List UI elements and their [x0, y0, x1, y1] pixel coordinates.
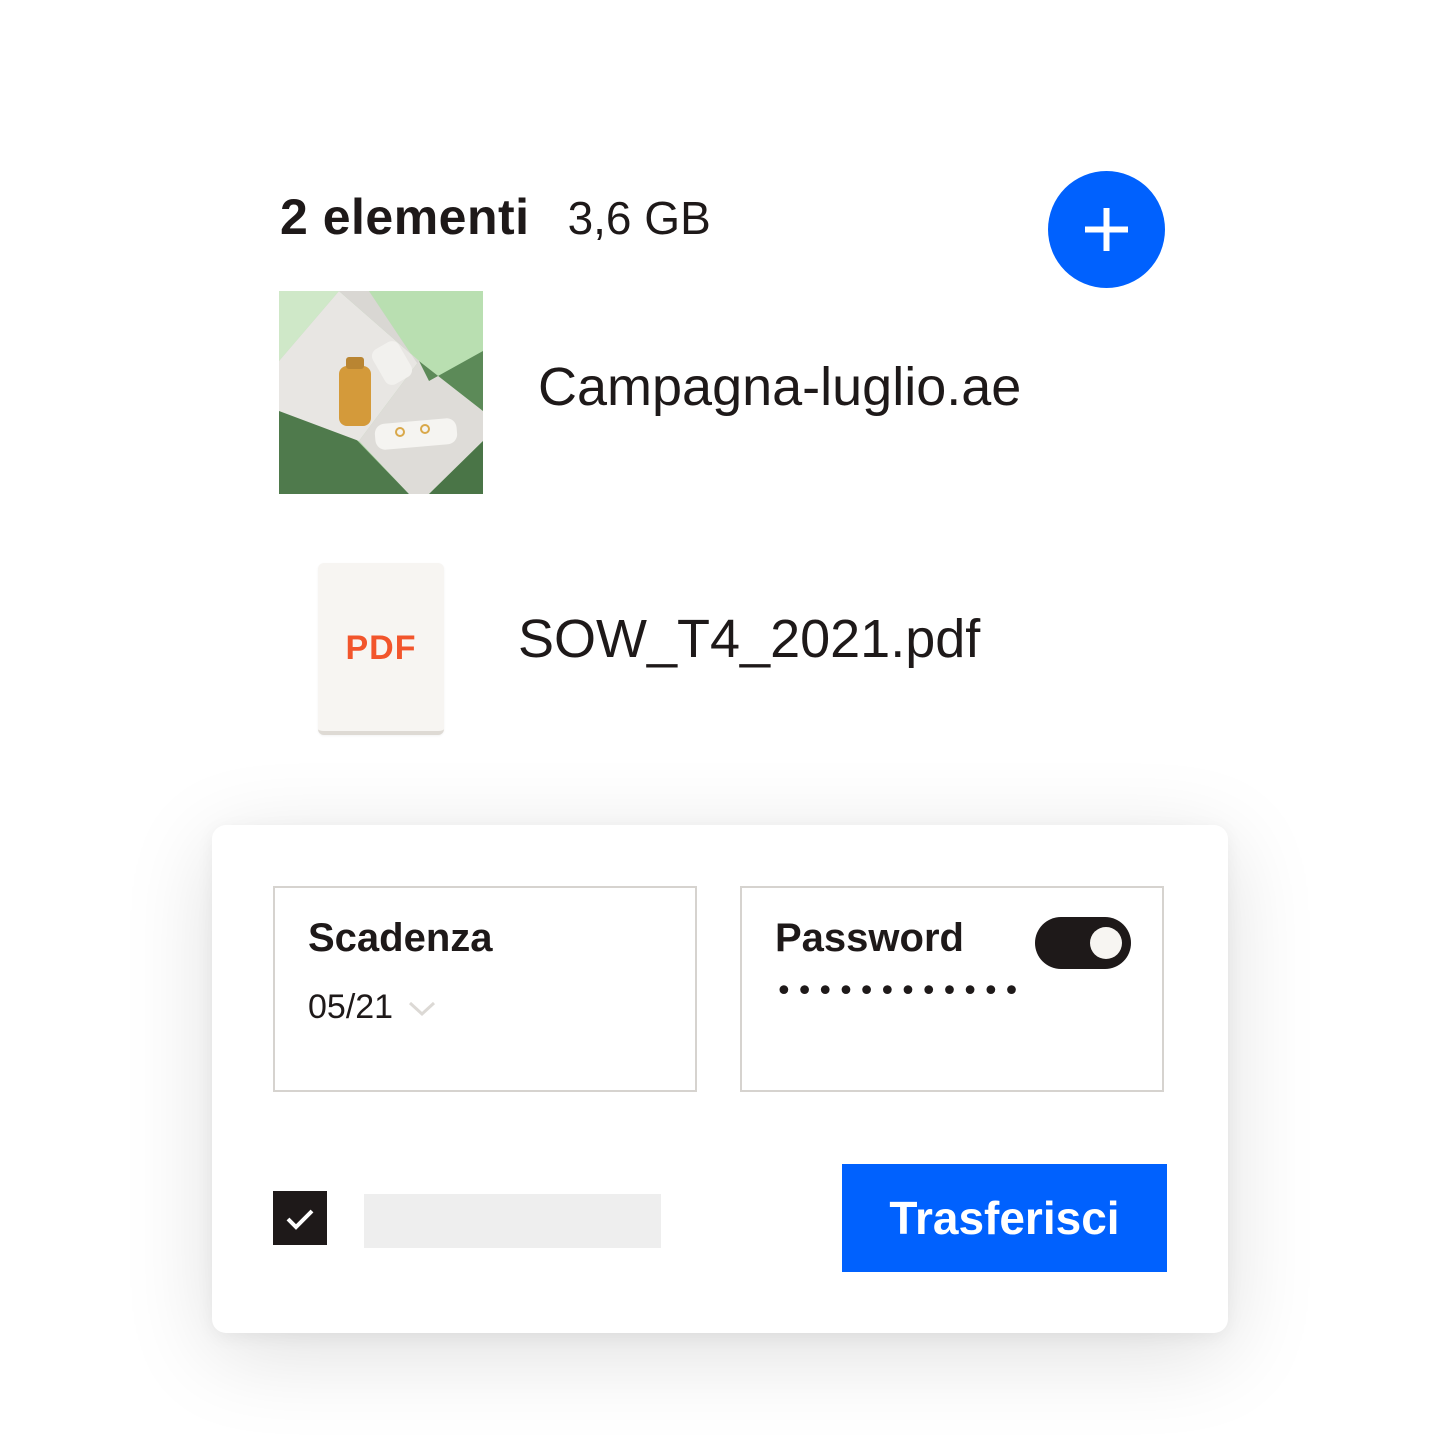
- total-size: 3,6 GB: [567, 192, 711, 244]
- password-label: Password: [775, 916, 964, 960]
- chevron-down-icon: [409, 1001, 436, 1016]
- pdf-icon-label: PDF: [345, 629, 417, 667]
- expiry-value: 05/21: [308, 988, 394, 1026]
- file-name: SOW_T4_2021.pdf: [518, 609, 981, 669]
- pdf-file-icon: PDF: [318, 563, 444, 735]
- password-input[interactable]: ••••••••••••: [775, 974, 1023, 1009]
- items-summary: 2 elementi 3,6 GB: [280, 188, 711, 252]
- expiry-select[interactable]: 05/21: [308, 988, 437, 1027]
- add-files-button[interactable]: [1048, 171, 1165, 288]
- expiry-field[interactable]: Scadenza 05/21: [273, 886, 697, 1092]
- file-name: Campagna-luglio.ae: [538, 357, 1022, 417]
- password-toggle[interactable]: [1035, 917, 1131, 969]
- checkmark-icon: [286, 1209, 314, 1230]
- plus-icon: [1085, 208, 1128, 251]
- password-field[interactable]: Password ••••••••••••: [740, 886, 1164, 1092]
- image-thumbnail: [279, 291, 483, 494]
- transfer-settings-card: Scadenza 05/21 Password •••••••••••• Tra…: [212, 825, 1228, 1333]
- option-checkbox[interactable]: [273, 1191, 327, 1245]
- transfer-button[interactable]: Trasferisci: [842, 1164, 1167, 1272]
- file-thumbnail-image: [279, 291, 483, 494]
- checkbox-label-placeholder: [364, 1194, 661, 1248]
- toggle-knob: [1090, 927, 1122, 959]
- item-count: 2 elementi: [280, 189, 530, 245]
- expiry-label: Scadenza: [308, 916, 493, 960]
